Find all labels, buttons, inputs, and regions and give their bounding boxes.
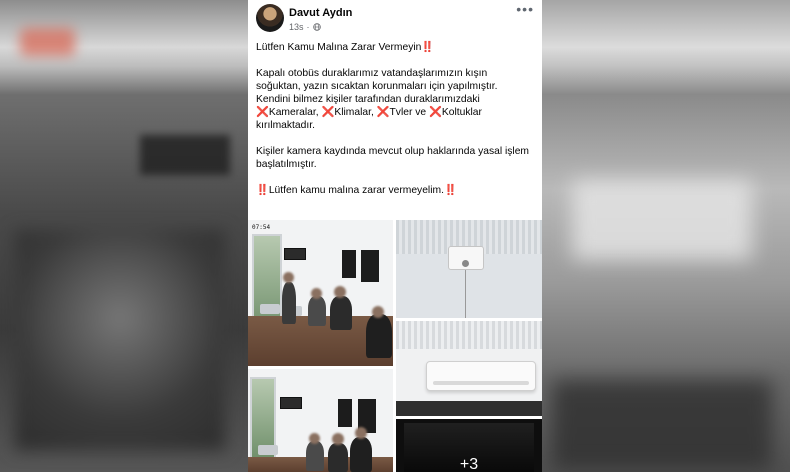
paragraph-line: kırılmaktadır.: [256, 120, 315, 131]
double-exclamation-icon: ‼️: [421, 42, 435, 53]
tv: [280, 397, 302, 409]
person: [282, 282, 296, 324]
blurred-face: [283, 272, 294, 283]
paragraph-line: Kapalı otobüs duraklarımız vatandaşlarım…: [256, 68, 488, 79]
photo-air-conditioner[interactable]: [396, 321, 542, 416]
item-tvs: Tvler ve: [389, 107, 427, 118]
camera-housing: [448, 246, 484, 270]
meta-separator: ·: [306, 22, 310, 32]
post-time[interactable]: 13s: [289, 22, 304, 32]
blur-shape: [552, 380, 772, 470]
item-air-conditioners: Klimalar,: [334, 107, 374, 118]
cross-mark-icon: ❌: [256, 107, 269, 118]
damaged-items-line: ❌Kameralar, ❌Klimalar, ❌Tvler ve ❌Koltuk…: [256, 106, 538, 119]
air-conditioner: [426, 361, 536, 391]
ceiling: [396, 321, 542, 349]
post-title-line: Lütfen Kamu Malına Zarar Vermeyin‼️: [256, 41, 538, 54]
cabinet: [338, 399, 352, 427]
person: [306, 441, 324, 471]
cross-mark-icon: ❌: [321, 107, 335, 118]
paragraph-line: Kendini bilmez kişiler tarafından durakl…: [256, 94, 480, 105]
seat: [258, 445, 278, 455]
blurred-background-left: [0, 0, 248, 472]
blur-shape: [15, 230, 225, 450]
person: [308, 296, 326, 326]
more-photos-count: +3: [459, 456, 479, 472]
dark-strip: [396, 401, 542, 416]
person: [350, 437, 372, 472]
photo-broken-camera[interactable]: [396, 220, 542, 318]
photo-more[interactable]: +3: [396, 419, 542, 472]
item-seats: Koltuklar: [441, 107, 482, 118]
author-name[interactable]: Davut Aydın: [289, 7, 352, 19]
blurred-face: [332, 433, 344, 445]
paragraph-line: başlatılmıştır.: [256, 159, 317, 170]
cabinet: [361, 250, 379, 282]
photo-cctv-1[interactable]: 07:54: [248, 220, 393, 366]
person: [328, 443, 348, 472]
tv: [284, 248, 306, 260]
cctv-timestamp: 07:54: [252, 224, 271, 231]
blurred-background-right: [542, 0, 790, 472]
blurred-face: [334, 286, 346, 298]
paragraph-line: soğuktan, yazın sıcaktan korunmaları içi…: [256, 81, 498, 92]
cross-mark-icon: ❌: [429, 107, 442, 118]
item-cameras: Kameralar,: [268, 107, 319, 118]
person: [330, 296, 352, 330]
blur-shape: [572, 180, 752, 260]
photo-grid: 07:54 +3: [248, 220, 542, 472]
paragraph-line: Kişiler kamera kaydında mevcut olup hakl…: [256, 146, 529, 157]
more-options-icon[interactable]: •••: [516, 2, 534, 16]
post-card: Davut Aydın 13s · ••• Lütfen Kamu Malına…: [248, 0, 542, 472]
blurred-face: [355, 427, 367, 439]
post-meta: 13s ·: [289, 22, 321, 32]
blur-shape: [140, 135, 230, 175]
dangling-wire: [465, 270, 466, 318]
blurred-face: [372, 306, 384, 318]
post-header: Davut Aydın 13s · •••: [248, 0, 542, 38]
double-exclamation-icon: ‼️: [256, 185, 269, 196]
closing-line: ‼️Lütfen kamu malına zarar vermeyelim.‼️: [256, 184, 538, 197]
photo-cctv-2[interactable]: [248, 369, 393, 472]
avatar[interactable]: [256, 4, 284, 32]
lens: [462, 260, 469, 267]
blurred-face: [309, 433, 320, 444]
seat: [260, 304, 280, 314]
blur-shape: [20, 28, 75, 56]
double-exclamation-icon: ‼️: [443, 185, 457, 196]
cabinet: [342, 250, 356, 278]
ac-vent: [433, 381, 529, 385]
cross-mark-icon: ❌: [376, 107, 390, 118]
post-body: Lütfen Kamu Malına Zarar Vermeyin‼️ Kapa…: [256, 41, 538, 197]
globe-icon: [312, 23, 321, 31]
post-title: Lütfen Kamu Malına Zarar Vermeyin: [256, 42, 422, 53]
person: [366, 314, 392, 358]
closing-text: Lütfen kamu malına zarar vermeyelim.: [268, 185, 444, 196]
more-photos-overlay[interactable]: +3: [396, 419, 542, 472]
blurred-face: [311, 288, 322, 299]
